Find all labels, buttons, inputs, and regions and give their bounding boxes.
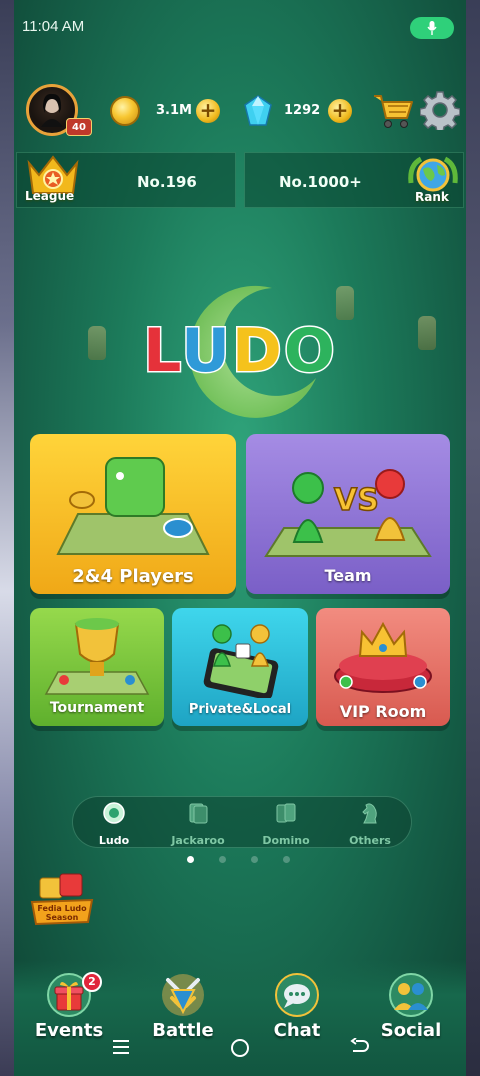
league-position: No.196 (137, 173, 197, 191)
recent-apps-icon[interactable] (112, 1038, 130, 1056)
device-frame-right (466, 0, 480, 1076)
nav-label: Events (34, 1020, 104, 1041)
page-dot (219, 856, 226, 863)
level-badge: 40 (66, 118, 92, 136)
page-dot-active (187, 856, 194, 863)
add-coins-button[interactable]: + (196, 99, 220, 123)
top-bar: 40 3.1M + 1292 + (14, 82, 466, 142)
device-frame-left (0, 0, 14, 1076)
category-tab-domino[interactable]: Domino (251, 801, 321, 847)
nav-label: Battle (152, 1020, 214, 1041)
ludo-icon (103, 802, 125, 824)
mic-icon (410, 17, 454, 39)
coin-amount: 3.1M (156, 103, 192, 118)
game-home-screen: 11:04 AM 40 3.1M + 1292 + League No.196 … (14, 0, 466, 1076)
add-gems-button[interactable]: + (328, 99, 352, 123)
rank-panel[interactable]: No.1000+ Rank (244, 152, 464, 208)
team-pawns-icon: VS (264, 469, 432, 557)
category-label: Others (349, 834, 391, 847)
logo-letter: U (180, 315, 232, 388)
category-tab-ludo[interactable]: Ludo (79, 801, 149, 847)
category-tab-others[interactable]: Others (335, 801, 405, 847)
jackaroo-icon (189, 803, 208, 824)
social-people-icon (389, 973, 433, 1017)
page-dot (251, 856, 258, 863)
mode-label: VIP Room (339, 702, 427, 721)
nav-label: Chat (273, 1020, 321, 1041)
chess-knight-icon (362, 803, 377, 824)
nav-events[interactable]: 2 Events (24, 972, 114, 1041)
mode-card-2-4-players[interactable]: 2&4 Players (30, 434, 236, 594)
league-label: League (25, 189, 75, 203)
season-badge-line2: Season (46, 913, 79, 922)
dice-board-icon (56, 457, 210, 555)
mode-label: Tournament (49, 700, 145, 716)
mode-label: Team (324, 566, 372, 585)
rank-position: No.1000+ (279, 173, 362, 191)
ludo-logo: LUDO (14, 315, 466, 388)
nav-battle[interactable]: Battle (138, 972, 228, 1041)
nav-chat[interactable]: Chat (252, 972, 342, 1041)
season-badge-line1: Fedia Ludo (37, 904, 87, 913)
mode-card-tournament[interactable]: Tournament (30, 608, 164, 726)
page-dot (283, 856, 290, 863)
category-tab-jackaroo[interactable]: Jackaroo (163, 801, 233, 847)
svg-text:VS: VS (334, 483, 379, 518)
crossed-swords-icon (162, 974, 204, 1016)
lantern-icon (336, 286, 354, 320)
logo-letter: L (142, 315, 182, 388)
events-notification-badge: 2 (82, 972, 102, 992)
rank-bar: League No.196 No.1000+ Rank (16, 152, 464, 208)
domino-icon (276, 803, 296, 823)
page-indicator (14, 856, 466, 866)
status-time: 11:04 AM (22, 18, 85, 35)
rank-label: Rank (415, 190, 449, 204)
game-category-nav: Ludo Jackaroo Domino Others (72, 796, 412, 848)
coin-icon (110, 96, 140, 126)
logo-letter: D (231, 315, 284, 388)
phone-pawns-icon (203, 624, 279, 698)
nav-social[interactable]: Social (366, 972, 456, 1041)
mode-card-private-local[interactable]: Private&Local (172, 608, 308, 726)
mode-card-vip-room[interactable]: VIP Room (316, 608, 450, 726)
mode-label: Private&Local (188, 702, 292, 717)
category-label: Domino (262, 834, 310, 847)
logo-letter: O (282, 315, 337, 388)
bottom-nav: 2 Events Battle Chat Social (14, 960, 466, 1076)
trophy-icon (44, 618, 150, 695)
season-event-badge[interactable]: Fedia Ludo Season (30, 872, 94, 932)
category-label: Ludo (98, 834, 130, 847)
back-icon[interactable] (350, 1038, 370, 1056)
gear-icon[interactable] (420, 90, 460, 130)
league-panel[interactable]: League No.196 (16, 152, 236, 208)
mode-card-team[interactable]: VS Team (246, 434, 450, 594)
chat-bubble-icon (275, 973, 319, 1017)
nav-label: Social (380, 1020, 442, 1041)
gem-amount: 1292 (284, 103, 321, 118)
home-icon[interactable] (230, 1038, 250, 1058)
crown-cushion-icon (334, 621, 432, 693)
gem-icon (244, 95, 272, 126)
shop-cart-icon[interactable] (372, 92, 414, 130)
category-label: Jackaroo (171, 834, 225, 847)
mode-label: 2&4 Players (72, 566, 194, 587)
